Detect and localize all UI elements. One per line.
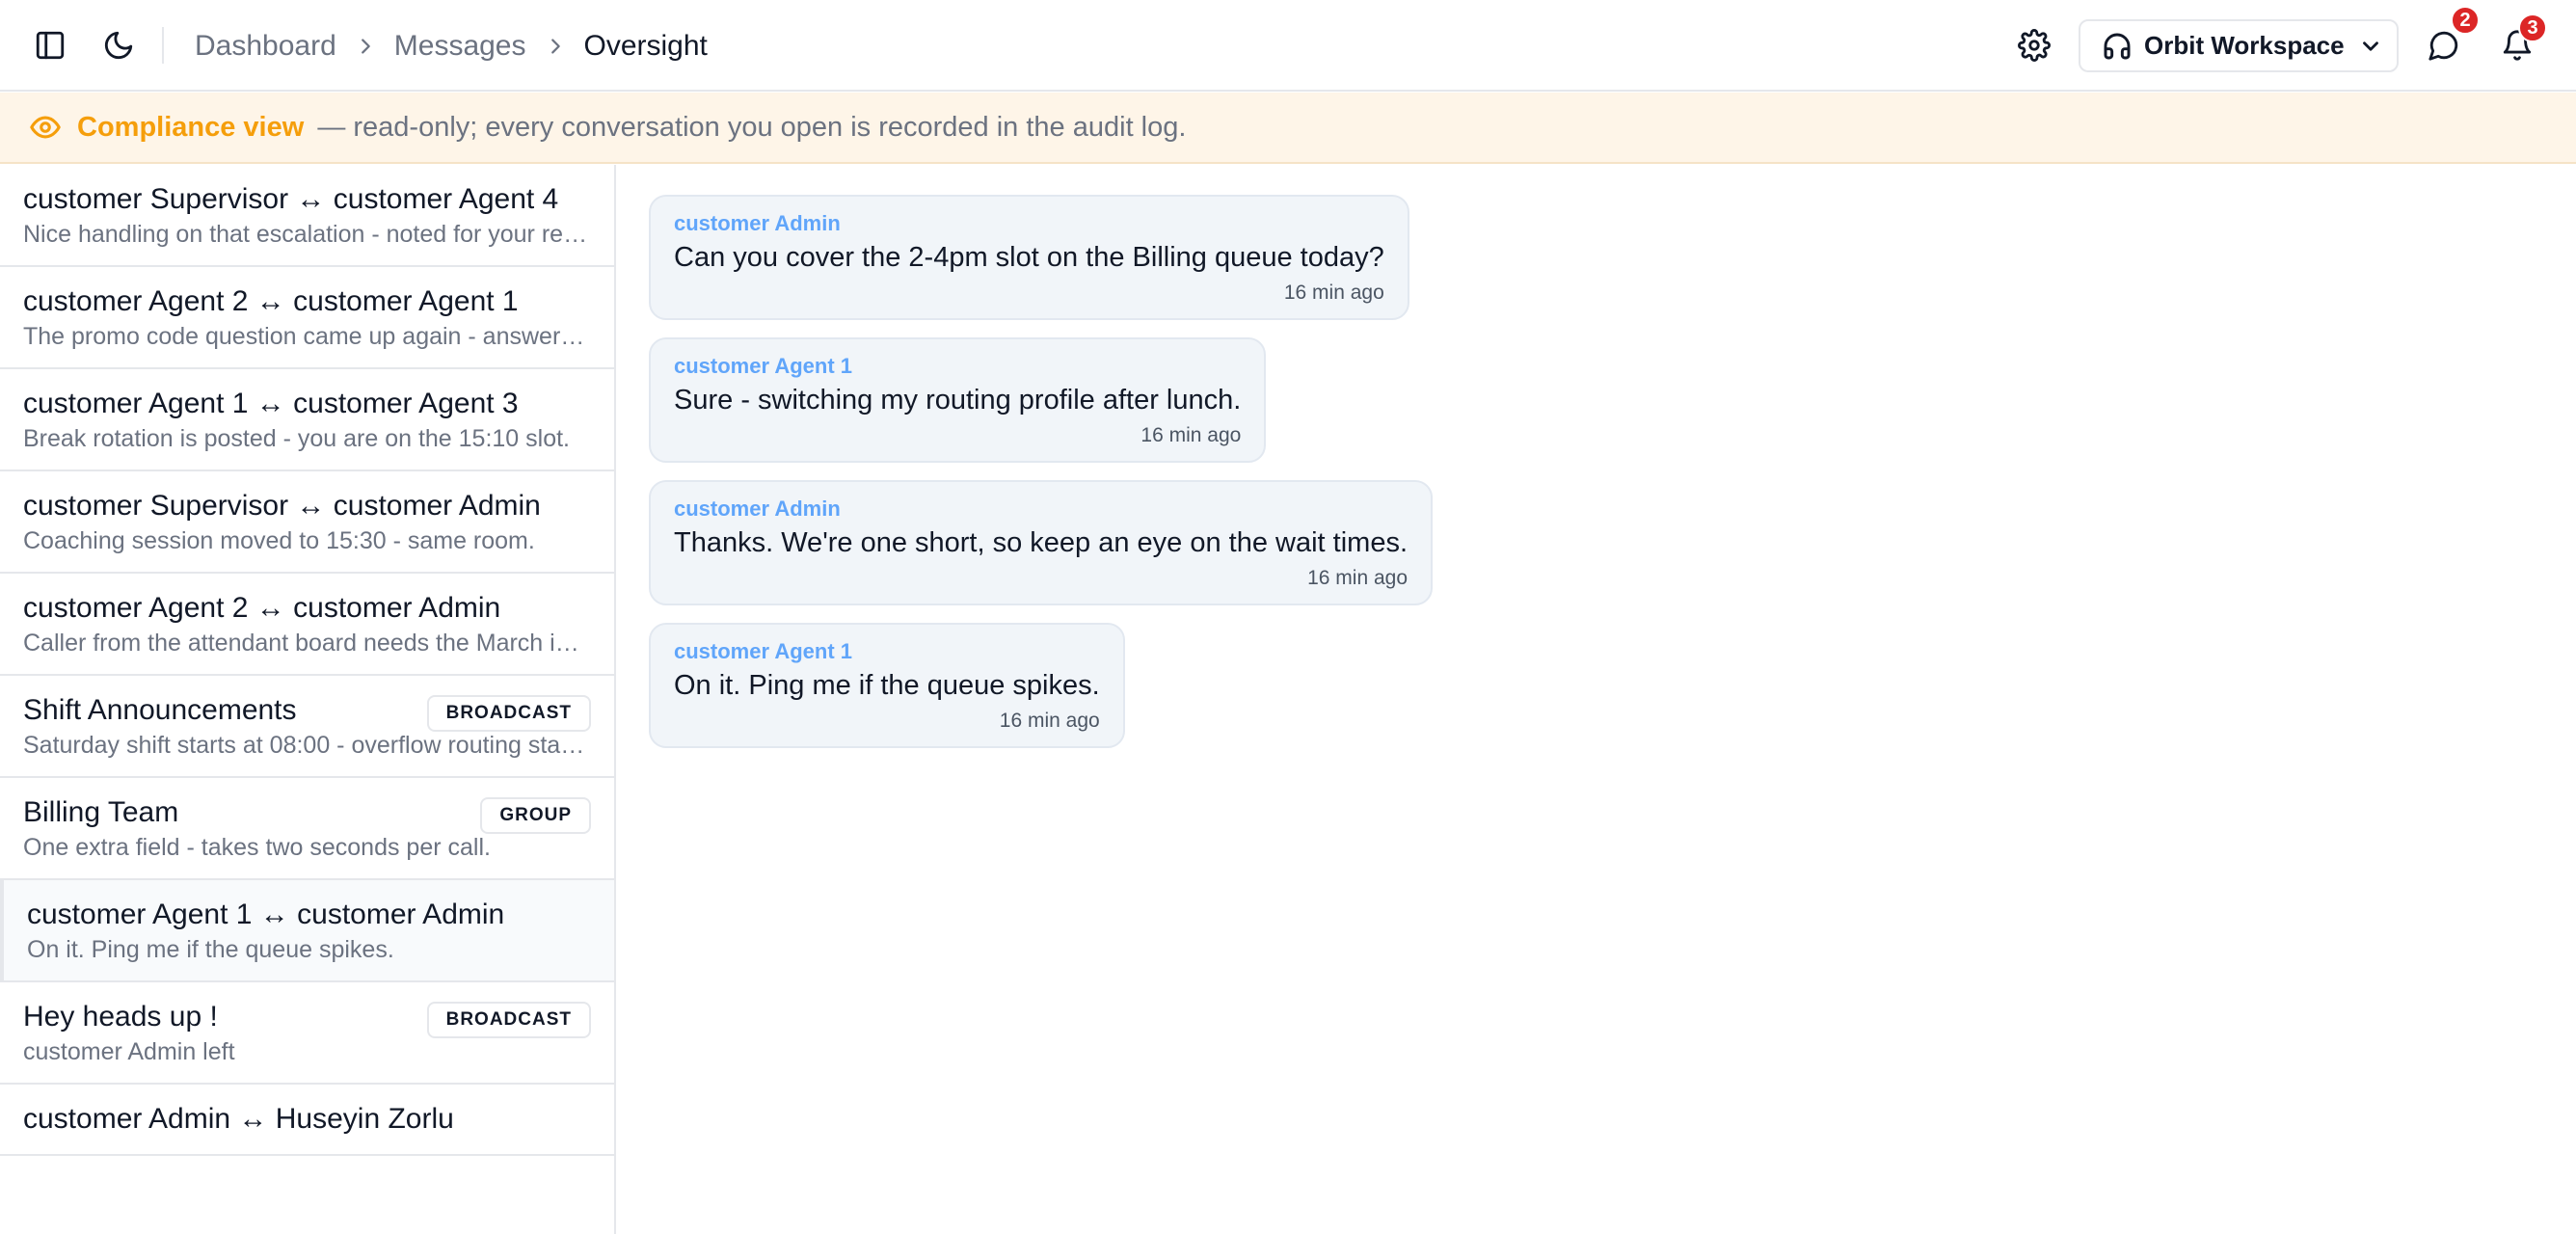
conversation-item[interactable]: customer Agent 1 ↔ customer Agent 3 Brea… <box>0 369 614 471</box>
conversation-preview: Caller from the attendant board needs th… <box>23 630 591 657</box>
message-timestamp: 16 min ago <box>1307 567 1409 589</box>
conversation-title: Hey heads up ! <box>23 1001 218 1033</box>
conversation-item[interactable]: Hey heads up ! customer Admin left BROAD… <box>0 982 614 1085</box>
conversation-preview: Break rotation is posted - you are on th… <box>23 425 571 452</box>
top-bar: Dashboard Messages Oversight Orbit Works… <box>0 0 2576 92</box>
workspace-label: Orbit Workspace <box>2144 31 2345 60</box>
moon-icon <box>102 29 135 62</box>
breadcrumb-dashboard[interactable]: Dashboard <box>195 30 336 63</box>
conversation-title: customer Supervisor ↔ customer Admin <box>23 490 541 522</box>
conversation-preview: Coaching session moved to 15:30 - same r… <box>23 527 535 554</box>
message-circle-icon <box>2428 29 2460 62</box>
broadcast-tag: BROADCAST <box>426 1002 591 1038</box>
divider <box>162 27 164 64</box>
sidebar-toggle-button[interactable] <box>23 18 77 72</box>
gear-icon <box>2018 29 2051 62</box>
conversation-title: customer Agent 1 ↔ customer Admin <box>27 899 505 930</box>
conversation-preview: Nice handling on that escalation - noted… <box>23 221 591 248</box>
message-author: customer Admin <box>674 496 841 521</box>
conversation-item[interactable]: customer Admin ↔ Huseyin Zorlu <box>0 1085 614 1156</box>
messages-count-badge: 2 <box>2451 6 2480 35</box>
chevron-right-icon <box>526 36 584 57</box>
message-text: Thanks. We're one short, so keep an eye … <box>674 527 1409 558</box>
breadcrumb: Dashboard Messages Oversight <box>195 0 708 92</box>
conversation-title: customer Admin ↔ Huseyin Zorlu <box>23 1103 454 1135</box>
notifications-count-badge: 3 <box>2518 13 2547 42</box>
breadcrumb-current: Oversight <box>583 29 708 62</box>
message-timestamp: 16 min ago <box>1283 282 1384 304</box>
conversation-preview: customer Admin left <box>23 1038 235 1065</box>
workspace-switcher[interactable]: Orbit Workspace <box>2079 19 2399 72</box>
conversation-title: customer Agent 1 ↔ customer Agent 3 <box>23 388 519 419</box>
conversation-title: Billing Team <box>23 796 179 828</box>
conversation-item[interactable]: customer Supervisor ↔ customer Agent 4 N… <box>0 165 614 267</box>
conversation-title: customer Supervisor ↔ customer Agent 4 <box>23 183 559 215</box>
compliance-banner: Compliance view — read-only; every conve… <box>0 93 2576 164</box>
conversation-title: customer Agent 2 ↔ customer Agent 1 <box>23 285 519 317</box>
headphones-icon <box>2102 31 2133 62</box>
conversation-preview: The promo code question came up again - … <box>23 323 591 350</box>
message-text: Can you cover the 2-4pm slot on the Bill… <box>674 242 1384 273</box>
panel-left-icon <box>34 29 67 62</box>
broadcast-tag: BROADCAST <box>426 695 591 732</box>
settings-button[interactable] <box>2007 18 2061 72</box>
conversation-item[interactable]: Shift Announcements Saturday shift start… <box>0 676 614 778</box>
message-bubble: customer Agent 1 On it. Ping me if the q… <box>649 623 1125 748</box>
chevron-right-icon <box>336 36 394 57</box>
theme-toggle-button[interactable] <box>92 18 146 72</box>
message-bubble: customer Admin Thanks. We're one short, … <box>649 480 1434 605</box>
banner-title: Compliance view <box>77 111 305 143</box>
message-author: customer Agent 1 <box>674 354 853 378</box>
breadcrumb-messages[interactable]: Messages <box>394 30 526 63</box>
conversation-title: Shift Announcements <box>23 694 297 726</box>
message-timestamp: 16 min ago <box>1140 424 1242 446</box>
message-bubble: customer Admin Can you cover the 2-4pm s… <box>649 195 1409 320</box>
conversation-item[interactable]: customer Agent 2 ↔ customer Admin Caller… <box>0 574 614 676</box>
conversation-item[interactable]: customer Supervisor ↔ customer Admin Coa… <box>0 471 614 574</box>
conversation-preview: On it. Ping me if the queue spikes. <box>27 936 394 963</box>
group-tag: GROUP <box>480 797 591 834</box>
conversation-preview: One extra field - takes two seconds per … <box>23 834 491 861</box>
message-bubble: customer Agent 1 Sure - switching my rou… <box>649 337 1267 463</box>
eye-icon <box>29 111 62 144</box>
conversation-item[interactable]: Billing Team One extra field - takes two… <box>0 778 614 880</box>
message-author: customer Admin <box>674 211 841 235</box>
conversation-item[interactable]: customer Agent 2 ↔ customer Agent 1 The … <box>0 267 614 369</box>
message-thread: customer Admin Can you cover the 2-4pm s… <box>649 195 1434 765</box>
conversation-item-selected[interactable]: customer Agent 1 ↔ customer Admin On it.… <box>0 880 614 982</box>
message-text: On it. Ping me if the queue spikes. <box>674 670 1100 701</box>
conversation-title: customer Agent 2 ↔ customer Admin <box>23 592 501 624</box>
message-text: Sure - switching my routing profile afte… <box>674 385 1242 416</box>
conversation-list: customer Supervisor ↔ customer Agent 4 N… <box>0 165 616 1234</box>
banner-text: — read-only; every conversation you open… <box>317 111 1187 143</box>
conversation-preview: Saturday shift starts at 08:00 - overflo… <box>23 732 591 759</box>
message-timestamp: 16 min ago <box>999 710 1100 732</box>
message-author: customer Agent 1 <box>674 639 853 663</box>
chevron-down-icon <box>2358 34 2383 59</box>
